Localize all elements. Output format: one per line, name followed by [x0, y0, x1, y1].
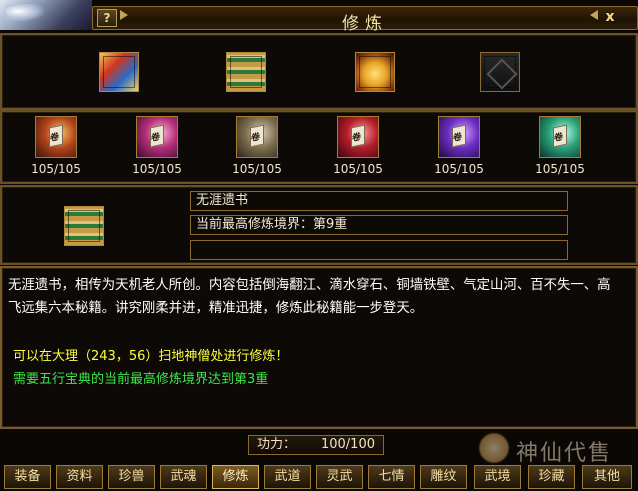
- secret-book-6-icon[interactable]: 卷: [539, 116, 581, 158]
- book-2-count: 105/105: [132, 162, 182, 176]
- book-1-count: 105/105: [31, 162, 81, 176]
- selected-book-realm: 当前最高修炼境界：第9重: [190, 215, 568, 235]
- tab-engraving[interactable]: 雕纹: [420, 465, 467, 489]
- selected-book-name: 无涯遗书: [190, 191, 568, 211]
- secret-book-2-icon[interactable]: 卷: [136, 116, 178, 158]
- power-label: 功力：: [257, 437, 297, 452]
- book-glyph: 卷: [50, 132, 60, 145]
- book-3-count: 105/105: [232, 162, 282, 176]
- treasure-chest-icon[interactable]: [355, 52, 395, 92]
- book-6-count: 105/105: [535, 162, 585, 176]
- selected-book-extra: [190, 240, 568, 260]
- power-display: 功力： 100/100: [248, 435, 384, 455]
- book-glyph: 卷: [453, 132, 463, 145]
- book-description: 无涯遗书，相传为天机老人所创。内容包括倒海翻江、滴水穿石、铜墙铁壁、气定山河、百…: [8, 278, 611, 316]
- book-5-count: 105/105: [434, 162, 484, 176]
- tome-icon[interactable]: [99, 52, 139, 92]
- help-button[interactable]: ?: [97, 9, 117, 27]
- secret-book-5-icon[interactable]: 卷: [438, 116, 480, 158]
- tab-profile[interactable]: 资料: [56, 465, 103, 489]
- treasure-slots-panel: [0, 33, 638, 110]
- tab-pets[interactable]: 珍兽: [108, 465, 155, 489]
- tab-cultivation[interactable]: 修炼: [212, 465, 259, 489]
- secret-book-4-icon[interactable]: 卷: [337, 116, 379, 158]
- close-button[interactable]: x: [600, 9, 620, 27]
- tab-spirit-weapon[interactable]: 灵武: [316, 465, 363, 489]
- scroll-bundle-icon[interactable]: [226, 52, 266, 92]
- empty-slot-icon[interactable]: [480, 52, 520, 92]
- selected-scroll-icon[interactable]: [64, 206, 104, 246]
- watermark: 神仙代售: [478, 432, 636, 466]
- tab-seven-emotions[interactable]: 七情: [368, 465, 415, 489]
- tab-martial-soul[interactable]: 武魂: [160, 465, 207, 489]
- tab-martial-way[interactable]: 武道: [264, 465, 311, 489]
- bottom-tab-bar: 装备 资料 珍兽 武魂 修炼 武道 灵武 七情 雕纹 武境 珍藏 其他: [0, 465, 638, 491]
- book-4-count: 105/105: [333, 162, 383, 176]
- book-glyph: 卷: [251, 132, 261, 145]
- tab-equipment[interactable]: 装备: [4, 465, 51, 489]
- tab-other[interactable]: 其他: [582, 465, 632, 489]
- window-title: 修炼: [342, 14, 388, 34]
- tab-collection[interactable]: 珍藏: [528, 465, 575, 489]
- book-glyph: 卷: [151, 132, 161, 145]
- title-bar[interactable]: 修炼: [92, 6, 638, 34]
- secret-book-1-icon[interactable]: 卷: [35, 116, 77, 158]
- book-glyph: 卷: [554, 132, 564, 145]
- training-requirement: 需要五行宝典的当前最高修炼境界达到第3重: [13, 372, 269, 387]
- watermark-text: 神仙代售: [516, 441, 613, 466]
- cultivation-window: 修炼 ? x 卷 105/105 卷 105/105 卷 105/105 卷 1…: [0, 0, 638, 491]
- power-value: 100/100: [320, 437, 375, 452]
- secret-book-3-icon[interactable]: 卷: [236, 116, 278, 158]
- tab-martial-realm[interactable]: 武境: [474, 465, 521, 489]
- watermark-logo-icon: [478, 432, 510, 464]
- training-location: 可以在大理（243，56）扫地神僧处进行修炼！: [13, 349, 289, 364]
- book-glyph: 卷: [352, 132, 362, 145]
